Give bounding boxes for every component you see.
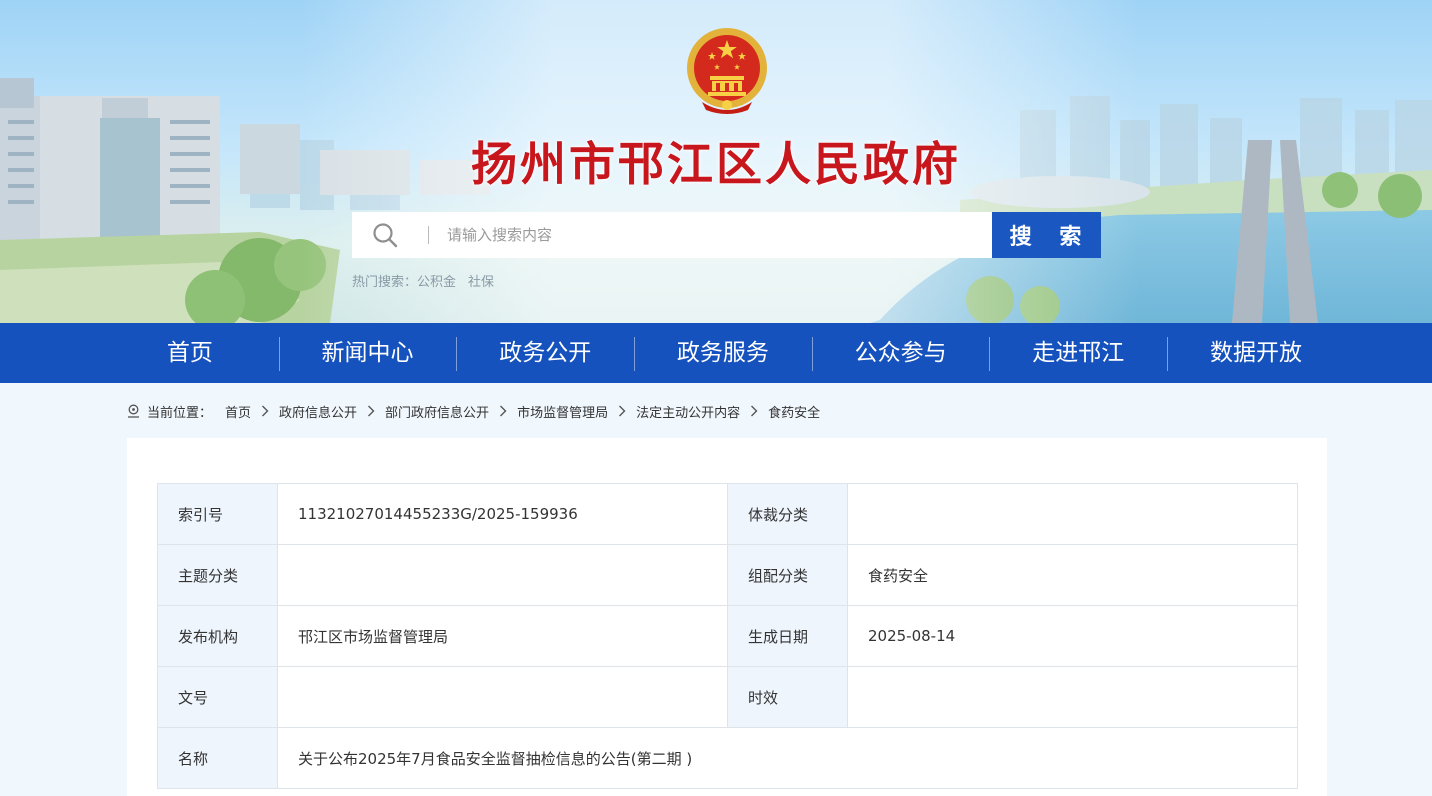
meta-key-publisher: 发布机构	[157, 605, 278, 667]
chevron-right-icon	[751, 405, 758, 417]
search-input[interactable]	[447, 215, 947, 255]
table-row: 主题分类 组配分类 食药安全	[157, 544, 1298, 606]
breadcrumb-item[interactable]: 首页	[225, 402, 251, 421]
hot-search-link[interactable]: 社保	[468, 275, 494, 290]
main-nav: 首页 新闻中心 政务公开 政务服务 公众参与 走进邗江 数据开放	[0, 323, 1432, 383]
table-row: 发布机构 邗江区市场监督管理局 生成日期 2025-08-14	[157, 605, 1298, 667]
document-meta-table: 索引号 11321027014455233G/2025-159936 体裁分类 …	[157, 483, 1298, 789]
search-button[interactable]: 搜 索	[992, 212, 1101, 258]
hot-search: 热门搜索：公积金 社保	[352, 271, 506, 290]
nav-item-home[interactable]: 首页	[101, 323, 279, 383]
meta-key-validity: 时效	[727, 666, 848, 728]
location-icon	[128, 404, 139, 418]
meta-value-topic	[277, 544, 728, 606]
chevron-right-icon	[368, 405, 375, 417]
chevron-right-icon	[262, 405, 269, 417]
meta-value-publisher: 邗江区市场监督管理局	[277, 605, 728, 667]
meta-key-genre: 体裁分类	[727, 483, 848, 545]
nav-item-gov-services[interactable]: 政务服务	[634, 323, 812, 383]
table-row: 文号 时效	[157, 666, 1298, 728]
search-divider	[428, 226, 429, 244]
meta-key-date: 生成日期	[727, 605, 848, 667]
meta-value-category: 食药安全	[847, 544, 1298, 606]
meta-value-name: 关于公布2025年7月食品安全监督抽检信息的公告(第二期 )	[277, 727, 1298, 789]
search-box	[352, 212, 992, 258]
hot-search-label: 热门搜索：	[352, 275, 418, 290]
nav-item-news[interactable]: 新闻中心	[278, 323, 457, 383]
meta-key-name: 名称	[157, 727, 278, 789]
breadcrumb-item[interactable]: 部门政府信息公开	[385, 402, 489, 421]
nav-item-about-hanjiang[interactable]: 走进邗江	[989, 323, 1167, 383]
meta-value-date: 2025-08-14	[847, 605, 1298, 667]
meta-value-genre	[847, 483, 1298, 545]
breadcrumb-item[interactable]: 食药安全	[768, 402, 820, 421]
nav-item-gov-affairs-open[interactable]: 政务公开	[456, 323, 634, 383]
meta-value-doc-number	[277, 666, 728, 728]
meta-value-validity	[847, 666, 1298, 728]
meta-key-topic: 主题分类	[157, 544, 278, 606]
breadcrumb-item[interactable]: 政府信息公开	[279, 402, 357, 421]
meta-value-index-number: 11321027014455233G/2025-159936	[277, 483, 728, 545]
chevron-right-icon	[500, 405, 507, 417]
header-banner: 扬州市邗江区人民政府 搜 索 热门搜索：公积金社保	[0, 0, 1432, 323]
table-row: 名称 关于公布2025年7月食品安全监督抽检信息的公告(第二期 )	[157, 727, 1298, 789]
nav-item-open-data[interactable]: 数据开放	[1167, 323, 1345, 383]
breadcrumb-item[interactable]: 法定主动公开内容	[636, 402, 740, 421]
chevron-right-icon	[619, 405, 626, 417]
national-emblem-icon	[687, 28, 767, 114]
meta-key-category: 组配分类	[727, 544, 848, 606]
meta-key-index-number: 索引号	[157, 483, 278, 545]
breadcrumb-item[interactable]: 市场监督管理局	[517, 402, 608, 421]
breadcrumb: 当前位置： 首页 政府信息公开 部门政府信息公开 市场监督管理局 法定主动公开内…	[127, 401, 820, 421]
search-icon[interactable]	[372, 222, 398, 248]
table-row: 索引号 11321027014455233G/2025-159936 体裁分类	[157, 483, 1298, 545]
meta-key-doc-number: 文号	[157, 666, 278, 728]
breadcrumb-label: 当前位置：	[147, 405, 213, 421]
hot-search-link[interactable]: 公积金	[417, 275, 456, 290]
nav-item-public-participation[interactable]: 公众参与	[811, 323, 990, 383]
site-title: 扬州市邗江区人民政府	[471, 137, 961, 191]
